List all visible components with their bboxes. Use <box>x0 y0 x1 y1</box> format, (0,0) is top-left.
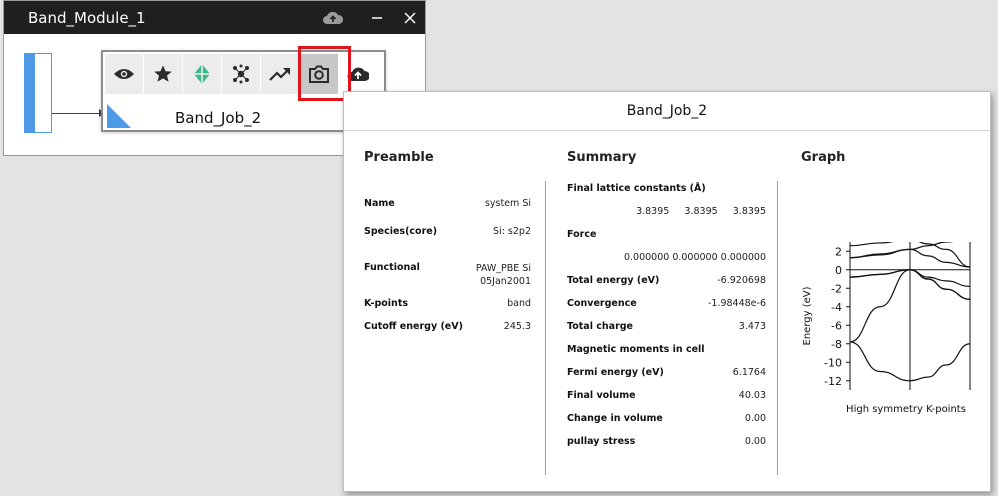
y-tick-label: -12 <box>824 375 842 388</box>
favorite-button[interactable] <box>144 54 183 94</box>
summary-label: Total charge <box>567 321 633 332</box>
summary-label: Final lattice constants (Å) <box>567 183 706 194</box>
y-tick-label: 2 <box>835 245 842 258</box>
module-titlebar: Band_Module_1 <box>4 1 425 34</box>
preamble-label: Name <box>364 198 395 209</box>
job-label: Band_Job_2 <box>175 109 262 127</box>
star-icon <box>154 65 172 82</box>
molecule-icon <box>233 64 249 84</box>
summary-label: Fermi energy (eV) <box>567 367 664 378</box>
input-node[interactable] <box>24 53 52 133</box>
graph-heading: Graph <box>801 150 846 165</box>
preamble-label: Cutoff energy (eV) <box>364 321 463 332</box>
summary-heading: Summary <box>567 150 637 165</box>
preamble-label: K-points <box>364 298 409 309</box>
summary-label: Total energy (eV) <box>567 275 660 286</box>
summary-value: -6.920698 <box>717 275 766 286</box>
summary-value: 6.1764 <box>732 367 766 378</box>
summary-value: 40.03 <box>738 390 766 401</box>
eye-icon <box>114 69 134 79</box>
job-type-marker <box>107 104 131 128</box>
y-tick-label: -10 <box>824 356 842 369</box>
trend-button[interactable] <box>261 54 300 94</box>
summary-label: Final volume <box>567 390 636 401</box>
summary-value: 0.00 <box>744 436 766 447</box>
view-button[interactable] <box>105 54 144 94</box>
summary-label: Convergence <box>567 298 637 309</box>
summary-value: 0.000000 0.000000 0.000000 <box>623 252 766 263</box>
crystal-icon <box>194 64 210 84</box>
summary-value: -1.98448e-6 <box>707 298 766 309</box>
column-divider <box>545 181 546 475</box>
close-icon[interactable] <box>399 7 421 29</box>
summary-label: pullay stress <box>567 436 636 447</box>
band-structure-chart: 2 0 -2 -4 -6 -8 -10 -12 Energy (eV) High symmetry… <box>802 242 971 415</box>
y-axis-label: Energy (eV) <box>802 286 813 345</box>
summary-value: 0.00 <box>744 413 766 424</box>
y-tick-label: 0 <box>835 264 842 277</box>
minimize-icon[interactable] <box>366 7 388 29</box>
preamble-value: 245.3 <box>503 321 531 332</box>
column-divider <box>777 181 778 475</box>
preamble-value: PAW_PBE Si 05Jan2001 <box>475 263 531 287</box>
summary-label: Magnetic moments in cell <box>567 344 705 355</box>
summary-label: Force <box>567 229 597 240</box>
report-title: Band_Job_2 <box>626 103 708 119</box>
y-tick-label: -4 <box>831 301 842 314</box>
preamble-heading: Preamble <box>364 150 434 165</box>
report-panel: Band_Job_2 Preamble Summary Graph Name s… <box>343 91 991 492</box>
module-title: Band_Module_1 <box>28 9 146 27</box>
connector-line <box>52 113 102 114</box>
preamble-value: Si: s2p2 <box>493 226 531 237</box>
summary-value: 3.8395 3.8395 3.8395 <box>636 206 766 217</box>
trend-icon <box>269 68 290 81</box>
preamble-label: Functional <box>364 262 420 273</box>
preamble-label: Species(core) <box>364 226 438 237</box>
summary-value: 3.473 <box>738 321 766 332</box>
x-axis-label: High symmetry K-points <box>846 404 966 415</box>
molecule-button[interactable] <box>222 54 261 94</box>
y-tick-label: -2 <box>831 282 842 295</box>
y-tick-label: -6 <box>831 319 842 332</box>
preamble-value: system Si <box>484 198 531 209</box>
preamble-value: band <box>507 298 531 309</box>
structure-button[interactable] <box>183 54 222 94</box>
y-tick-label: -8 <box>831 338 842 351</box>
summary-label: Change in volume <box>567 413 663 424</box>
report-header: Band_Job_2 <box>344 92 990 131</box>
cloud-icon[interactable] <box>322 7 344 29</box>
